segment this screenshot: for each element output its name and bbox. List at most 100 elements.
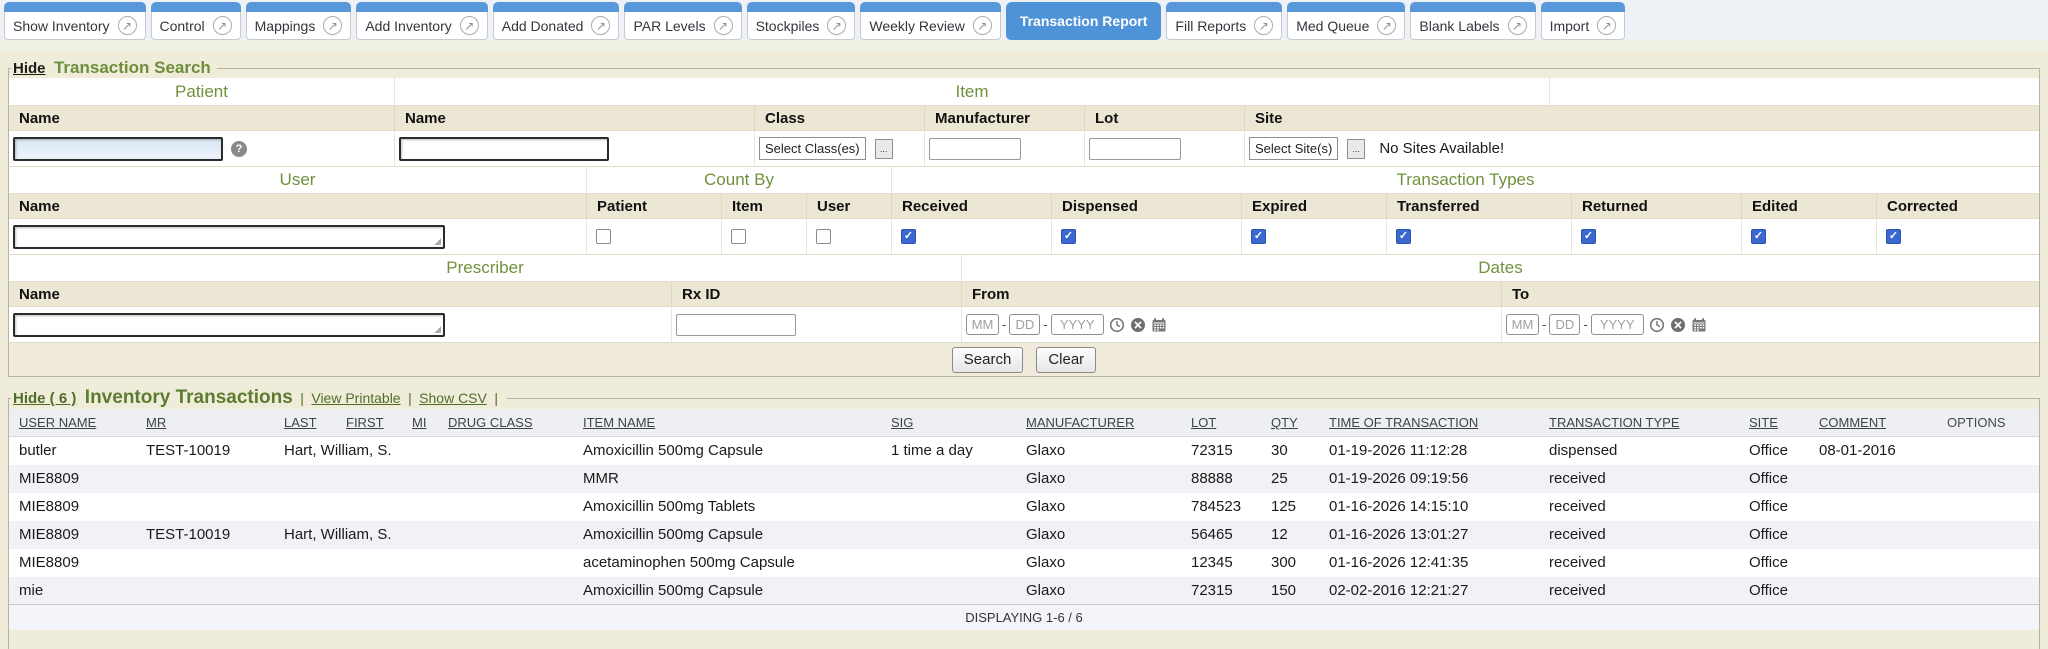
column-header-sig[interactable]: SIG <box>881 409 1016 437</box>
cell-name: Hart, William, S. <box>274 437 438 465</box>
user-name-input[interactable] <box>13 225 445 249</box>
popout-icon[interactable]: ↗ <box>973 16 992 35</box>
site-select[interactable]: Select Site(s) <box>1249 137 1338 160</box>
transactions-table: USER NAMEMRLASTFIRSTMIDRUG CLASSITEM NAM… <box>9 409 2039 630</box>
patient-name-input[interactable] <box>13 137 223 161</box>
popout-icon[interactable]: ↗ <box>213 16 232 35</box>
tab-import[interactable]: Import↗ <box>1541 2 1626 40</box>
from-year-input[interactable] <box>1051 314 1104 335</box>
to-clear-date-icon[interactable] <box>1670 317 1686 333</box>
to-month-input[interactable] <box>1506 314 1539 335</box>
class-select[interactable]: Select Class(es) <box>759 137 866 160</box>
cell-time: 01-16-2026 12:41:35 <box>1319 549 1539 577</box>
column-header-site[interactable]: SITE <box>1739 409 1809 437</box>
lot-input[interactable] <box>1089 138 1181 160</box>
type-dispensed-checkbox[interactable]: ✓ <box>1061 229 1076 244</box>
popout-icon[interactable]: ↗ <box>1508 16 1527 35</box>
to-clock-icon[interactable] <box>1649 317 1665 333</box>
column-header-mr[interactable]: MR <box>136 409 274 437</box>
tab-accent-bar <box>624 2 741 12</box>
popout-icon[interactable]: ↗ <box>1377 16 1396 35</box>
column-header-drug-class[interactable]: DRUG CLASS <box>438 409 573 437</box>
from-month-input[interactable] <box>966 314 999 335</box>
cell-name <box>274 577 438 605</box>
count-by-user-checkbox[interactable] <box>816 229 831 244</box>
popout-icon[interactable]: ↗ <box>118 16 137 35</box>
type-transferred-checkbox[interactable]: ✓ <box>1396 229 1411 244</box>
column-header-last[interactable]: LAST <box>274 409 336 437</box>
cell-mr <box>136 465 274 493</box>
tab-show-inventory[interactable]: Show Inventory↗ <box>4 2 146 40</box>
cell-drug_class <box>438 521 573 549</box>
column-header-transaction-type[interactable]: TRANSACTION TYPE <box>1539 409 1739 437</box>
transaction-search-panel: Hide Transaction Search Patient Item Nam… <box>8 58 2040 377</box>
input-row-3: - - - - <box>9 306 2039 342</box>
type-edited-checkbox[interactable]: ✓ <box>1751 229 1766 244</box>
type-corrected-checkbox[interactable]: ✓ <box>1886 229 1901 244</box>
to-day-input[interactable] <box>1549 314 1580 335</box>
tab-par-levels[interactable]: PAR Levels↗ <box>624 2 741 40</box>
from-calendar-icon[interactable] <box>1151 317 1167 333</box>
from-clear-date-icon[interactable] <box>1130 317 1146 333</box>
prescriber-name-input[interactable] <box>13 313 445 337</box>
tab-transaction-report[interactable]: Transaction Report <box>1006 2 1162 40</box>
popout-icon[interactable]: ↗ <box>591 16 610 35</box>
column-header-lot[interactable]: LOT <box>1181 409 1261 437</box>
help-icon[interactable]: ? <box>231 141 247 157</box>
tab-blank-labels[interactable]: Blank Labels ↗ <box>1410 2 1535 40</box>
tab-label: Blank Labels <box>1419 18 1499 34</box>
from-day-input[interactable] <box>1009 314 1040 335</box>
tab-weekly-review[interactable]: Weekly Review↗ <box>860 2 1000 40</box>
item-name-input[interactable] <box>399 137 609 161</box>
search-button[interactable]: Search <box>952 347 1024 373</box>
class-picker-button[interactable]: ... <box>875 139 893 159</box>
popout-icon[interactable]: ↗ <box>714 16 733 35</box>
type-expired-cell: ✓ <box>1241 219 1386 254</box>
from-label: From <box>961 282 1501 306</box>
tab-mappings[interactable]: Mappings↗ <box>246 2 352 40</box>
popout-icon[interactable]: ↗ <box>827 16 846 35</box>
column-header-user-name[interactable]: USER NAME <box>9 409 136 437</box>
site-label: Site <box>1244 106 2039 130</box>
show-csv-link[interactable]: Show CSV <box>419 390 487 406</box>
label-row-1: Name Name Class Manufacturer Lot Site <box>9 105 2039 130</box>
type-returned-checkbox[interactable]: ✓ <box>1581 229 1596 244</box>
type-expired-checkbox[interactable]: ✓ <box>1251 229 1266 244</box>
rx-id-input[interactable] <box>676 314 796 336</box>
tab-add-inventory[interactable]: Add Inventory↗ <box>356 2 487 40</box>
column-header-mi[interactable]: MI <box>402 409 438 437</box>
tab-fill-reports[interactable]: Fill Reports↗ <box>1166 2 1282 40</box>
to-calendar-icon[interactable] <box>1691 317 1707 333</box>
popout-icon[interactable]: ↗ <box>1254 16 1273 35</box>
cell-qty: 300 <box>1261 549 1319 577</box>
to-year-input[interactable] <box>1591 314 1644 335</box>
popout-icon[interactable]: ↗ <box>323 16 342 35</box>
cell-qty: 12 <box>1261 521 1319 549</box>
popout-icon[interactable]: ↗ <box>1597 16 1616 35</box>
to-label: To <box>1501 282 2039 306</box>
view-printable-link[interactable]: View Printable <box>311 390 400 406</box>
count-by-patient-checkbox[interactable] <box>596 229 611 244</box>
tab-control[interactable]: Control↗ <box>151 2 241 40</box>
hide-transactions-link[interactable]: Hide ( 6 ) <box>13 390 76 407</box>
clear-button[interactable]: Clear <box>1036 347 1096 373</box>
tab-add-donated[interactable]: Add Donated↗ <box>493 2 620 40</box>
cell-lot: 72315 <box>1181 577 1261 605</box>
column-header-qty[interactable]: QTY <box>1261 409 1319 437</box>
tab-med-queue[interactable]: Med Queue↗ <box>1287 2 1405 40</box>
manufacturer-input[interactable] <box>929 138 1021 160</box>
column-header-item-name[interactable]: ITEM NAME <box>573 409 881 437</box>
column-header-comment[interactable]: COMMENT <box>1809 409 1937 437</box>
popout-icon[interactable]: ↗ <box>460 16 479 35</box>
site-picker-button[interactable]: ... <box>1347 139 1365 159</box>
tab-stockpiles[interactable]: Stockpiles↗ <box>747 2 856 40</box>
hide-search-link[interactable]: Hide <box>13 60 46 77</box>
column-header-time-of-transaction[interactable]: TIME OF TRANSACTION <box>1319 409 1539 437</box>
type-transferred-cell: ✓ <box>1386 219 1571 254</box>
from-clock-icon[interactable] <box>1109 317 1125 333</box>
column-header-first[interactable]: FIRST <box>336 409 402 437</box>
type-received-checkbox[interactable]: ✓ <box>901 229 916 244</box>
count-by-item-checkbox[interactable] <box>731 229 746 244</box>
column-header-manufacturer[interactable]: MANUFACTURER <box>1016 409 1181 437</box>
to-date-cell: - - <box>1501 307 2039 342</box>
